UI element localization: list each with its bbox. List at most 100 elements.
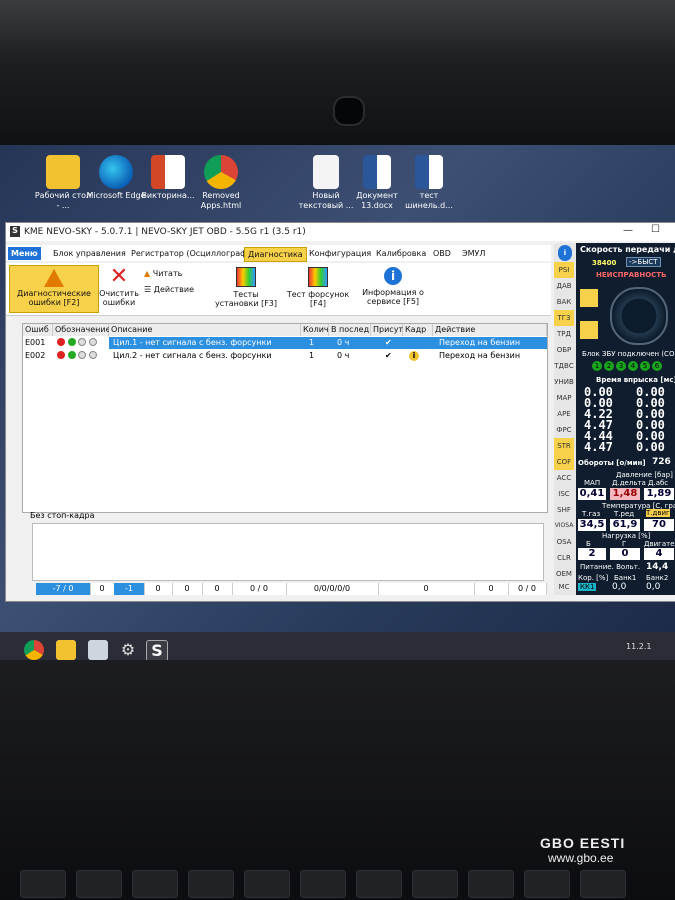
menu-main[interactable]: Меню (8, 247, 41, 260)
sidebar-item-ape[interactable]: APE (554, 406, 574, 422)
present-checkbox[interactable]: ✔ (383, 337, 399, 349)
teng-value: 70 (644, 519, 674, 531)
maximize-button[interactable]: ☐ (651, 224, 660, 235)
petrol-time: 4.47 (584, 440, 613, 454)
injector-test-button[interactable]: Тест форсунок [F4] (284, 267, 352, 311)
error-count: 1 (309, 351, 315, 360)
sidebar-buttons: PSI ДАВ ВАК ТГЗ ТРД ОБР ТДВС УНИВ MAP AP… (553, 262, 575, 592)
col-header-frame[interactable]: Кадр (403, 324, 433, 336)
col-header-last[interactable]: В послед (329, 324, 371, 336)
fast-speed-button[interactable]: ->БЫСТ (626, 257, 661, 267)
desktop-icon-test[interactable]: тест шинель.d... (399, 155, 459, 211)
info-icon[interactable]: i (558, 245, 572, 261)
menu-recorder[interactable]: Регистратор (Осциллограф) (128, 247, 253, 260)
tred-label: Т.ред (614, 510, 635, 518)
desktop-icon-quiz[interactable]: Викторина... (138, 155, 198, 201)
info-icon: i (384, 267, 402, 285)
table-row[interactable]: E002 Цил.2 - нет сигнала с бенз. форсунк… (23, 350, 547, 362)
service-info-button[interactable]: i Информация о сервисе [F5] (358, 267, 428, 311)
sidebar-item-map[interactable]: MAP (554, 390, 574, 406)
folder-icon[interactable] (56, 640, 76, 660)
kme-app-icon[interactable]: S (146, 640, 168, 662)
error-action: Переход на бензин (439, 338, 521, 347)
freeze-frame-info-icon[interactable]: i (409, 351, 419, 361)
action-button[interactable]: ☰ Действие (144, 285, 208, 294)
sidebar-item-trd[interactable]: ТРД (554, 326, 574, 342)
sidebar-item-psi[interactable]: PSI (554, 262, 574, 278)
sidebar-item-viosa[interactable]: VIOSA (554, 518, 574, 534)
desktop-icon-label: Microsoft Edge (86, 191, 146, 200)
sidebar-item-tgz[interactable]: ТГЗ (554, 310, 574, 326)
watermark: GBO EESTI www.gbo.ee (540, 835, 650, 869)
sidebar-item-str[interactable]: STR (554, 438, 574, 454)
menu-diagnostics[interactable]: Диагностика (244, 247, 307, 262)
col-header-present[interactable]: Присут (371, 324, 403, 336)
sidebar-item-isc[interactable]: ISC (554, 486, 574, 502)
keyboard-key (244, 870, 290, 898)
cylinder-indicators: 123456 (592, 361, 662, 371)
clear-errors-label: Очистить ошибки (99, 289, 139, 307)
sidebar-item-univ[interactable]: УНИВ (554, 374, 574, 390)
col-header-action[interactable]: Действие (433, 324, 547, 336)
menu-configuration[interactable]: Конфигурация (306, 247, 374, 260)
menu-calibration[interactable]: Калибровка (373, 247, 429, 260)
status-cell: 0 (202, 583, 233, 595)
read-button[interactable]: ▲ Читать (144, 269, 204, 278)
text-file-icon (313, 155, 339, 189)
warning-icon (44, 269, 64, 287)
present-checkbox[interactable]: ✔ (383, 350, 399, 362)
desktop-icon-doc13[interactable]: Документ 13.docx (347, 155, 407, 211)
desktop-icon-removed-apps[interactable]: Removed Apps.html (191, 155, 251, 211)
sidebar-item-cof[interactable]: COF (554, 454, 574, 470)
sidebar-item-pressure[interactable]: ДАВ (554, 278, 574, 294)
correction-label: Кор. [%] (578, 574, 609, 582)
col-header-designation[interactable]: Обозначение (53, 324, 111, 336)
map-value: 0,41 (578, 488, 606, 500)
keyboard-key (524, 870, 570, 898)
install-tests-button[interactable]: Тесты установки [F3] (211, 267, 281, 311)
sidebar-item-obr[interactable]: ОБР (554, 342, 574, 358)
diagnostic-errors-button[interactable]: Диагностические ошибки [F2] (9, 265, 99, 313)
delta-label: Д.дельта (612, 479, 646, 487)
menu-emul[interactable]: ЭМУЛ (459, 247, 488, 260)
sidebar-item-vacuum[interactable]: ВАК (554, 294, 574, 310)
desktop-icon-workspace[interactable]: Рабочий стол - ... (33, 155, 93, 211)
table-row[interactable]: E001 Цил.1 - нет сигнала с бенз. форсунк… (23, 337, 547, 349)
sidebar-item-acc[interactable]: ACC (554, 470, 574, 486)
minimize-button[interactable]: — (623, 225, 633, 236)
chrome-icon[interactable] (24, 640, 44, 660)
green-light-icon (67, 338, 76, 346)
toolbar: Диагностические ошибки [F2] ✕ Очистить о… (6, 263, 551, 316)
gas-time: 0.00 (636, 440, 665, 454)
sidebar-item-clr[interactable]: CLR (554, 550, 574, 566)
store-icon[interactable] (88, 640, 108, 660)
app-logo-icon: S (10, 226, 20, 237)
sidebar-item-shf[interactable]: SHF (554, 502, 574, 518)
voltage-value: 14,4 (646, 562, 669, 572)
live-data-panel: Скорость передачи данн 38400 ->БЫСТ НЕИС… (576, 243, 675, 595)
menu-obd[interactable]: OBD (430, 247, 454, 260)
freeze-frame-panel: Без стоп-кадра (30, 509, 545, 593)
powerpoint-icon (151, 155, 185, 189)
cylinder-light: 2 (604, 361, 614, 371)
clear-errors-button[interactable]: ✕ Очистить ошибки (98, 265, 140, 311)
gear-icon[interactable]: ⚙ (118, 640, 138, 660)
sidebar-item-tdvs[interactable]: ТДВС (554, 358, 574, 374)
tgas-value: 34,5 (578, 519, 606, 531)
col-header-description[interactable]: Описание (109, 324, 301, 336)
error-table: Ошиб Обозначение Описание Колич В послед… (22, 323, 548, 513)
sidebar-item-oem[interactable]: OEM (554, 566, 574, 582)
status-cell: -1 (114, 583, 145, 595)
desktop-icon-label: Викторина... (141, 191, 195, 200)
desktop-icon-edge[interactable]: Microsoft Edge (86, 155, 146, 201)
sidebar-item-frs[interactable]: ФРС (554, 422, 574, 438)
menu-control-unit[interactable]: Блок управления (50, 247, 129, 260)
sidebar-item-osa[interactable]: OSA (554, 534, 574, 550)
injection-times: 0.00 0.00 4.22 4.47 4.44 4.47 0.00 0.00 … (578, 385, 674, 455)
laptop-top-bezel (0, 0, 675, 150)
voltage-label: Питание. Вольт. (580, 563, 641, 571)
error-action: Переход на бензин (439, 351, 521, 360)
col-header-code[interactable]: Ошиб (23, 324, 53, 336)
col-header-count[interactable]: Колич (301, 324, 329, 336)
sidebar-item-mc[interactable]: MC (554, 582, 574, 592)
